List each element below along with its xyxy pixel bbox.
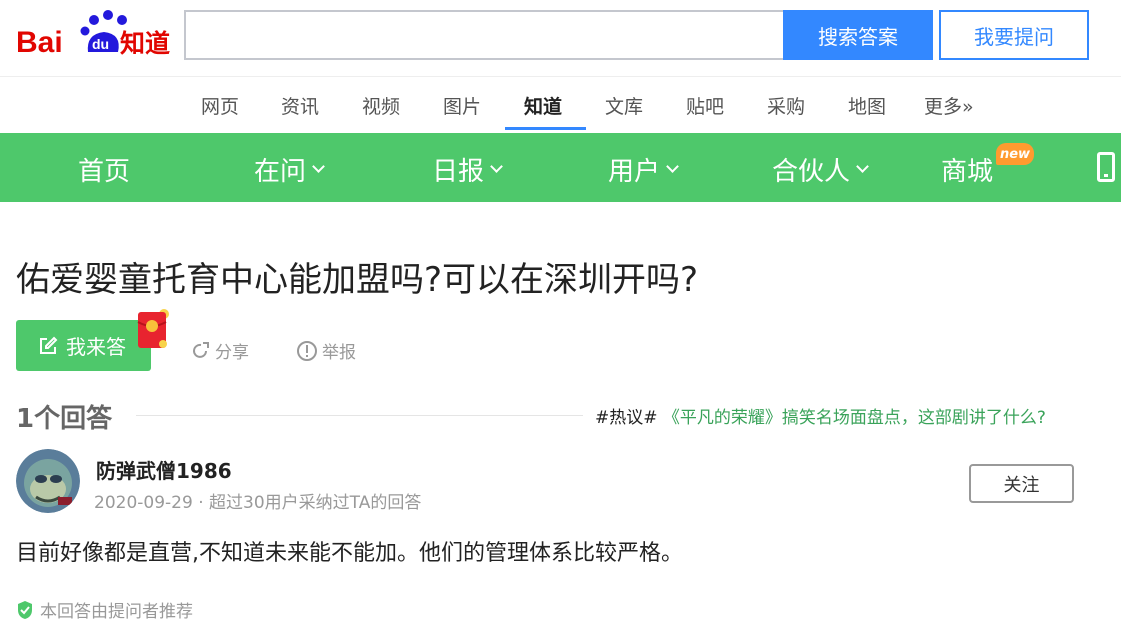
- answer-button[interactable]: 我来答: [16, 320, 151, 371]
- share-action[interactable]: 分享: [191, 338, 249, 363]
- nav-asking-label: 在问: [254, 157, 307, 187]
- answer-button-label: 我来答: [66, 335, 126, 359]
- channel-web[interactable]: 网页: [201, 92, 239, 119]
- answer-meta: 2020-09-29 · 超过30用户采纳过TA的回答: [94, 493, 422, 513]
- follow-button[interactable]: 关注: [969, 464, 1074, 503]
- edit-icon: [40, 336, 58, 354]
- shield-check-icon: [18, 600, 32, 619]
- nav-mall-label: 商城: [941, 157, 994, 187]
- share-icon: [193, 341, 209, 358]
- channel-nav: 网页 资讯 视频 图片 知道 文库 贴吧 采购 地图 更多»: [0, 78, 1121, 133]
- chevron-down-icon: [856, 160, 869, 173]
- hot-topic-link[interactable]: 《平凡的荣耀》搞笑名场面盘点，这部剧讲了什么?: [663, 408, 1046, 428]
- phone-icon[interactable]: [1097, 152, 1115, 182]
- nav-users-label: 用户: [608, 157, 661, 187]
- answerer-username[interactable]: 防弹武僧1986: [96, 455, 232, 484]
- nav-partner-label: 合伙人: [772, 157, 851, 187]
- hot-tag: #热议#: [595, 408, 658, 428]
- top-header: Bai du 知道 搜索答案 我要提问: [0, 0, 1121, 77]
- svg-text:du: du: [92, 36, 109, 52]
- channel-video[interactable]: 视频: [362, 92, 400, 119]
- nav-daily[interactable]: 日报: [432, 151, 503, 188]
- recommended-label: 本回答由提问者推荐: [40, 602, 193, 622]
- answer-count: 1个回答: [16, 404, 113, 434]
- recommended-note: 本回答由提问者推荐: [16, 597, 193, 622]
- zhidao-nav-bar: 首页 在问 日报 用户 合伙人 商城: [0, 133, 1121, 202]
- channel-images[interactable]: 图片: [443, 92, 481, 119]
- svg-text:Bai: Bai: [16, 26, 63, 59]
- avatar[interactable]: [16, 449, 80, 513]
- search-input[interactable]: [184, 10, 784, 60]
- hot-topic[interactable]: #热议# 《平凡的荣耀》搞笑名场面盘点，这部剧讲了什么?: [595, 403, 1046, 428]
- nav-partner[interactable]: 合伙人: [772, 151, 869, 188]
- chevron-down-icon: [666, 160, 679, 173]
- nav-home[interactable]: 首页: [78, 151, 130, 188]
- channel-zhidao[interactable]: 知道: [524, 92, 562, 119]
- report-action[interactable]: 举报: [296, 338, 356, 363]
- report-icon: [297, 340, 317, 361]
- share-label: 分享: [215, 343, 249, 363]
- new-badge: new: [996, 143, 1034, 165]
- channel-news[interactable]: 资讯: [281, 92, 319, 119]
- chevron-down-icon: [312, 160, 325, 173]
- divider: [136, 415, 583, 416]
- baidu-zhidao-logo[interactable]: Bai du 知道: [14, 6, 174, 62]
- channel-tieba[interactable]: 贴吧: [686, 92, 724, 119]
- chevron-down-icon: [490, 160, 503, 173]
- question-title: 佑爱婴童托育中心能加盟吗?可以在深圳开吗?: [16, 260, 699, 300]
- channel-map[interactable]: 地图: [848, 92, 886, 119]
- nav-mall[interactable]: 商城: [941, 151, 993, 188]
- nav-daily-label: 日报: [432, 157, 485, 187]
- channel-wenku[interactable]: 文库: [605, 92, 643, 119]
- search-button[interactable]: 搜索答案: [783, 10, 933, 60]
- nav-asking[interactable]: 在问: [254, 151, 325, 188]
- nav-users[interactable]: 用户: [608, 151, 679, 188]
- answer-text: 目前好像都是直营,不知道未来能不能加。他们的管理体系比较严格。: [16, 541, 683, 566]
- ask-question-button[interactable]: 我要提问: [939, 10, 1089, 60]
- red-envelope-icon[interactable]: [136, 308, 170, 350]
- channel-purchase[interactable]: 采购: [767, 92, 805, 119]
- active-channel-underline: [505, 127, 586, 130]
- nav-home-label: 首页: [78, 157, 131, 187]
- report-label: 举报: [322, 343, 356, 363]
- svg-text:知道: 知道: [120, 29, 170, 58]
- channel-more[interactable]: 更多»: [924, 92, 974, 119]
